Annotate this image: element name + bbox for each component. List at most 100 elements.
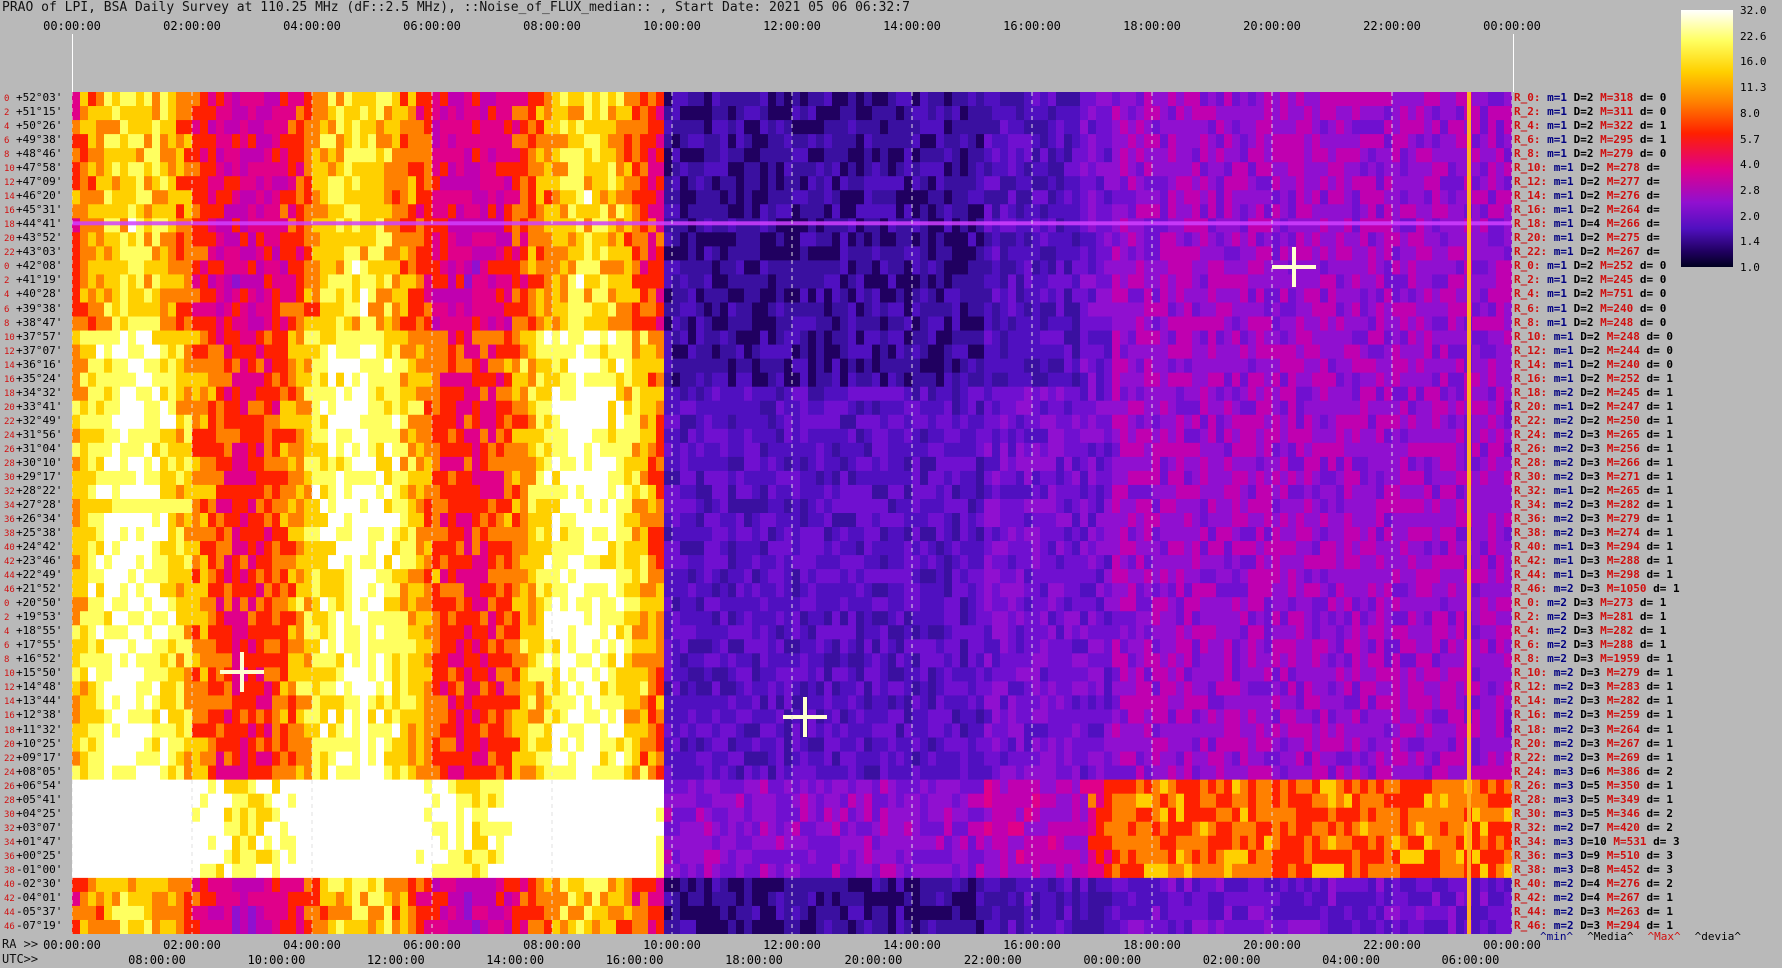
heat-cell bbox=[440, 148, 449, 163]
heat-cell bbox=[128, 498, 137, 514]
heat-cell bbox=[688, 667, 697, 682]
heat-cell bbox=[504, 555, 513, 570]
heat-cell bbox=[192, 190, 201, 205]
heat-cell bbox=[600, 274, 609, 290]
heat-cell bbox=[104, 639, 113, 654]
heat-cell bbox=[136, 484, 145, 500]
heat-cell bbox=[416, 386, 425, 402]
heat-cell bbox=[616, 176, 625, 191]
heat-cell bbox=[488, 639, 497, 654]
heat-cell bbox=[344, 625, 353, 640]
heat-cell bbox=[488, 513, 497, 528]
heat-cell bbox=[424, 288, 433, 304]
heat-cell bbox=[568, 456, 577, 472]
heat-cell bbox=[224, 176, 233, 191]
heat-cell bbox=[392, 358, 401, 374]
heat-cell bbox=[152, 106, 161, 121]
heat-cell bbox=[560, 400, 569, 416]
heat-cell bbox=[320, 723, 329, 739]
heat-cell bbox=[640, 260, 649, 276]
heat-cell bbox=[656, 569, 665, 584]
heat-cell bbox=[720, 148, 729, 163]
heat-cell bbox=[304, 513, 313, 528]
heat-cell bbox=[280, 905, 289, 921]
heat-cell bbox=[368, 330, 377, 346]
heat-cell bbox=[80, 849, 89, 865]
heat-cell bbox=[336, 597, 345, 612]
heat-cell bbox=[96, 849, 105, 865]
heat-cell bbox=[496, 106, 505, 121]
heat-cell bbox=[72, 162, 81, 177]
heat-cell bbox=[368, 148, 377, 163]
heat-cell bbox=[88, 148, 97, 163]
heat-cell bbox=[248, 302, 257, 318]
heat-cell bbox=[160, 484, 169, 500]
heat-cell bbox=[624, 372, 633, 388]
heat-cell bbox=[128, 807, 137, 823]
heat-cell bbox=[728, 344, 737, 360]
heat-cell bbox=[488, 877, 497, 893]
heat-cell bbox=[696, 386, 705, 402]
heat-cell bbox=[392, 484, 401, 500]
heat-cell bbox=[336, 92, 345, 107]
heat-cell bbox=[384, 751, 393, 767]
heat-cell bbox=[504, 765, 513, 781]
heat-cell bbox=[176, 456, 185, 472]
heat-cell bbox=[200, 470, 209, 486]
heat-cell bbox=[536, 176, 545, 191]
heat-cell bbox=[560, 891, 569, 907]
heat-cell bbox=[208, 569, 217, 584]
heat-cell bbox=[432, 274, 441, 290]
heat-cell bbox=[104, 120, 113, 135]
heat-cell bbox=[728, 232, 737, 247]
heat-cell bbox=[520, 863, 529, 879]
heat-cell bbox=[664, 527, 673, 542]
heat-cell bbox=[384, 877, 393, 893]
heat-cell bbox=[688, 863, 697, 879]
heat-cell bbox=[680, 288, 689, 304]
heat-cell bbox=[88, 611, 97, 626]
top-tick-label: 22:00:00 bbox=[1363, 19, 1421, 33]
heat-cell bbox=[136, 653, 145, 668]
heat-cell bbox=[544, 583, 553, 598]
heat-cell bbox=[464, 330, 473, 346]
heat-cell bbox=[120, 737, 129, 753]
heat-cell bbox=[480, 653, 489, 668]
heat-cell bbox=[248, 737, 257, 753]
heat-cell bbox=[160, 877, 169, 893]
heat-cell bbox=[408, 597, 417, 612]
heat-cell bbox=[464, 148, 473, 163]
heat-cell bbox=[464, 835, 473, 851]
heat-cell bbox=[704, 120, 713, 135]
heat-cell bbox=[160, 849, 169, 865]
heat-cell bbox=[152, 583, 161, 598]
heat-cell bbox=[496, 653, 505, 668]
heat-cell bbox=[200, 372, 209, 388]
heat-cell bbox=[592, 569, 601, 584]
heat-cell bbox=[280, 891, 289, 907]
heat-cell bbox=[504, 134, 513, 149]
heat-cell bbox=[512, 667, 521, 682]
heat-cell bbox=[704, 807, 713, 823]
heat-cell bbox=[728, 134, 737, 149]
heat-cell bbox=[528, 386, 537, 402]
heat-cell bbox=[416, 470, 425, 486]
heat-cell bbox=[520, 527, 529, 542]
heat-cell bbox=[632, 176, 641, 191]
heat-cell bbox=[168, 765, 177, 781]
heat-cell bbox=[688, 877, 697, 893]
heat-cell bbox=[672, 905, 681, 921]
heat-cell bbox=[584, 106, 593, 121]
heat-cell bbox=[712, 414, 721, 430]
heat-cell bbox=[240, 470, 249, 486]
heat-cell bbox=[168, 611, 177, 626]
heat-cell bbox=[640, 779, 649, 795]
heat-cell bbox=[632, 106, 641, 121]
heat-cell bbox=[664, 919, 673, 934]
heat-cell bbox=[544, 484, 553, 500]
heat-cell bbox=[536, 414, 545, 430]
heat-cell bbox=[200, 849, 209, 865]
heat-cell bbox=[480, 470, 489, 486]
heat-cell bbox=[600, 793, 609, 809]
heat-cell bbox=[352, 120, 361, 135]
